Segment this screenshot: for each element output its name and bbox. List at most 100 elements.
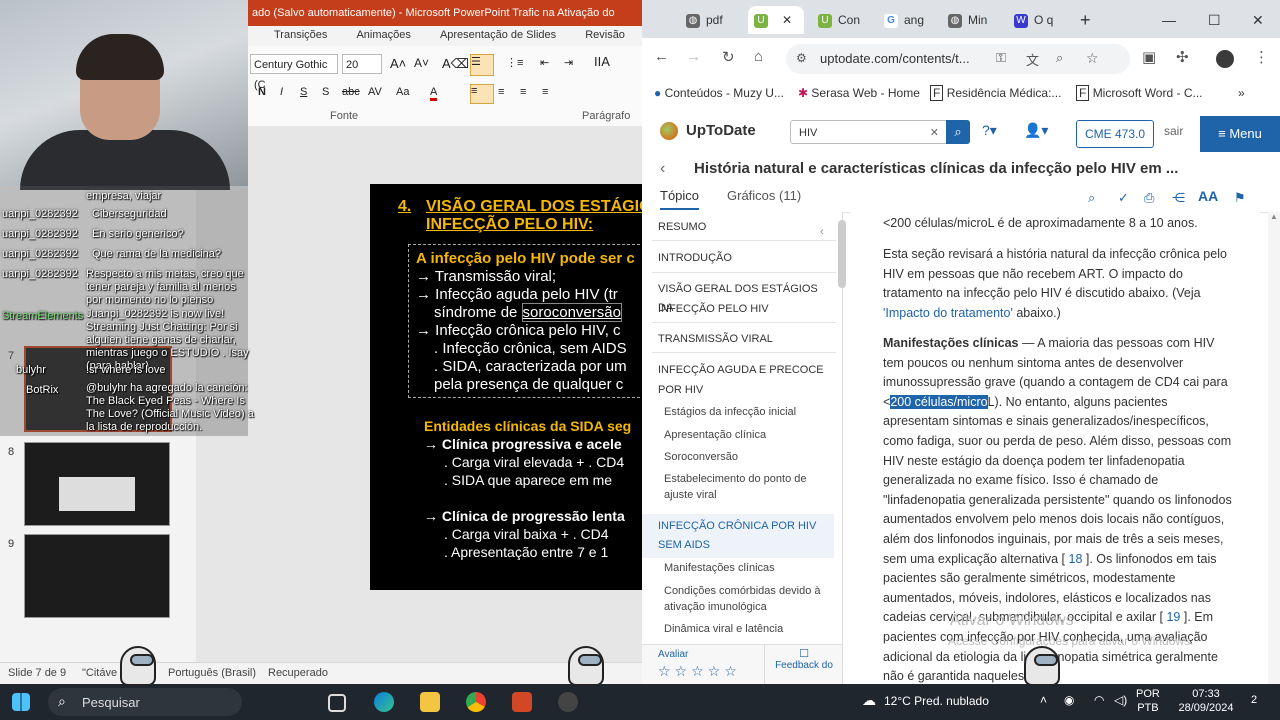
toc-sub-soroconversao[interactable]: Soroconversão bbox=[642, 448, 834, 467]
toc-item-cronica[interactable]: INFECÇÃO CRÔNICA POR HIV SEM AIDS bbox=[642, 514, 834, 558]
toc-sub-estagios[interactable]: Estágios da infecção inicial bbox=[642, 403, 834, 422]
uptodate-brand[interactable]: UpToDate bbox=[686, 122, 756, 139]
toc-item-aguda[interactable]: INFECÇÃO AGUDA E PRECOCE bbox=[642, 361, 834, 380]
password-key-icon[interactable]: ⚿ bbox=[996, 50, 1006, 66]
user-account-icon[interactable]: 👤▾ bbox=[1024, 122, 1048, 139]
close-tab-icon[interactable]: ✕ bbox=[782, 13, 792, 27]
more-bookmarks-icon[interactable]: » bbox=[1238, 86, 1245, 100]
current-slide[interactable]: 4. VISÃO GERAL DOS ESTÁGIO INFECÇÃO PELO… bbox=[370, 184, 642, 590]
tab-apresentacao[interactable]: Apresentação de Slides bbox=[440, 26, 556, 44]
toc-item-visao-geral-cont[interactable]: INFECÇÃO PELO HIV bbox=[642, 300, 834, 319]
bullets-icon[interactable]: ☰ bbox=[470, 54, 494, 76]
home-icon[interactable]: ⌂ bbox=[754, 48, 763, 65]
windows-start-icon[interactable] bbox=[12, 693, 30, 711]
numbering-icon[interactable]: ⋮≡ bbox=[506, 56, 523, 69]
file-explorer-icon[interactable] bbox=[420, 692, 440, 712]
toc-item-resumo[interactable]: RESUMO bbox=[642, 218, 834, 237]
toc-sub-comorbidas-cont[interactable]: ativação imunológica bbox=[642, 598, 834, 617]
impacto-tratamento-link[interactable]: 'Impacto do tratamento' bbox=[883, 306, 1013, 320]
logout-link[interactable]: sair bbox=[1164, 124, 1183, 138]
italic-icon[interactable]: I bbox=[280, 86, 283, 98]
clear-format-icon[interactable]: A⌫ bbox=[442, 56, 469, 72]
menu-button[interactable]: ≡ Menu bbox=[1200, 116, 1280, 152]
task-view-icon[interactable] bbox=[328, 694, 346, 712]
change-case-icon[interactable]: Aa bbox=[396, 86, 409, 98]
char-spacing-icon[interactable]: AV bbox=[368, 86, 382, 98]
maximize-icon[interactable]: ☐ bbox=[1208, 6, 1221, 34]
tab-topico[interactable]: Tópico bbox=[660, 188, 700, 210]
clock[interactable]: 07:33 28/09/2024 bbox=[1176, 687, 1236, 715]
wifi-icon[interactable]: ◠ bbox=[1094, 693, 1104, 707]
browser-tab-oq[interactable]: WO q bbox=[1014, 6, 1053, 34]
notification-badge[interactable]: 2 bbox=[1244, 690, 1264, 710]
strike-icon[interactable]: abc bbox=[342, 86, 360, 98]
translate-icon[interactable]: 文 bbox=[1026, 50, 1039, 69]
obs-icon[interactable] bbox=[558, 692, 578, 712]
taskbar-search-box[interactable]: ⌕ Pesquisar bbox=[48, 688, 242, 716]
underline-icon[interactable]: S bbox=[300, 86, 307, 98]
align-right-icon[interactable]: ≡ bbox=[520, 86, 526, 98]
print-icon[interactable]: ⎙ bbox=[1144, 190, 1154, 206]
zoom-icon[interactable]: ⌕ bbox=[1056, 50, 1063, 66]
bookmark-muzy[interactable]: ● Conteúdos - Muzy U... bbox=[654, 86, 784, 100]
bookmark-word[interactable]: F Microsoft Word - C... bbox=[1076, 85, 1202, 101]
align-center-icon[interactable]: ≡ bbox=[498, 86, 504, 98]
tab-transicoes[interactable]: Transições bbox=[274, 26, 327, 44]
toc-sub-dinamica[interactable]: Dinâmica viral e latência bbox=[642, 620, 834, 639]
font-color-icon[interactable]: A bbox=[430, 86, 438, 101]
tab-animacoes[interactable]: Animações bbox=[356, 26, 410, 44]
clear-search-icon[interactable]: ✕ bbox=[930, 121, 939, 145]
bookmark-serasa[interactable]: ✱ Serasa Web - Home bbox=[798, 86, 920, 100]
shadow-icon[interactable]: S bbox=[322, 86, 329, 98]
reload-icon[interactable]: ↻ bbox=[722, 48, 735, 66]
extensions-puzzle-icon[interactable]: ✣ bbox=[1176, 48, 1189, 66]
bookmark-residencia[interactable]: F Residência Médica:... bbox=[930, 85, 1061, 101]
article-scrollbar[interactable]: ▲ bbox=[1268, 212, 1280, 684]
browser-tab-active[interactable]: U ✕ bbox=[748, 6, 804, 34]
browser-tab-min[interactable]: ◍ Min bbox=[948, 6, 987, 34]
increase-indent-icon[interactable]: ⇥ bbox=[564, 56, 573, 69]
rating-stars-icon[interactable]: ☆☆☆☆☆ bbox=[658, 663, 741, 680]
tab-graficos[interactable]: Gráficos (11) bbox=[727, 188, 801, 203]
browser-tab-google[interactable]: Gang bbox=[884, 6, 924, 34]
align-left-icon[interactable]: ≡ bbox=[470, 84, 494, 104]
profile-avatar[interactable] bbox=[1216, 50, 1234, 68]
toc-sub-estabelecimento-cont[interactable]: ajuste viral bbox=[642, 486, 834, 505]
decrease-indent-icon[interactable]: ⇤ bbox=[540, 56, 549, 69]
grow-font-icon[interactable]: A˄ bbox=[390, 56, 406, 71]
toc-sub-manifestacoes[interactable]: Manifestações clínicas bbox=[642, 559, 834, 578]
line-spacing-icon[interactable]: IIA bbox=[594, 54, 610, 69]
font-size-select[interactable]: 20 bbox=[342, 54, 382, 74]
back-icon[interactable]: ← bbox=[654, 48, 669, 65]
toc-item-introducao[interactable]: INTRODUÇÃO bbox=[642, 249, 834, 268]
toc-scrollbar-thumb[interactable] bbox=[838, 220, 846, 288]
search-icon[interactable]: ⌕ bbox=[946, 120, 970, 144]
scroll-up-icon[interactable]: ▲ bbox=[1270, 212, 1278, 224]
back-chevron-icon[interactable]: ‹ bbox=[660, 160, 665, 178]
volume-icon[interactable]: ◁) bbox=[1114, 693, 1127, 707]
chrome-icon[interactable] bbox=[466, 692, 486, 712]
status-language[interactable]: Português (Brasil) bbox=[168, 667, 256, 679]
toc-sub-apresentacao[interactable]: Apresentação clínica bbox=[642, 426, 834, 445]
bookmark-star-icon[interactable]: ☆ bbox=[1086, 50, 1099, 67]
bookmark-icon[interactable]: ⚑ bbox=[1234, 190, 1246, 206]
address-bar[interactable]: ⚙ uptodate.com/contents/t... ⚿ 文 ⌕ ☆ bbox=[786, 44, 1130, 74]
font-size-icon[interactable]: AA bbox=[1198, 188, 1218, 204]
browser-tab-pdf[interactable]: ◍ pdf bbox=[686, 6, 723, 34]
uptodate-search-input[interactable]: HIV ✕ bbox=[790, 120, 970, 144]
cme-credits-button[interactable]: CME 473.0 bbox=[1076, 120, 1154, 148]
reference-link-18[interactable]: 18 bbox=[1065, 552, 1086, 566]
browser-tab-con[interactable]: U Con bbox=[818, 6, 860, 34]
help-icon[interactable]: ?▾ bbox=[982, 122, 997, 139]
slide-thumbnail-8[interactable] bbox=[24, 442, 170, 526]
find-icon[interactable]: ⌕ bbox=[1088, 190, 1095, 206]
slide-thumbnail-9[interactable] bbox=[24, 534, 170, 618]
close-window-icon[interactable]: ✕ bbox=[1252, 6, 1264, 34]
reference-link-19[interactable]: 19 bbox=[1163, 610, 1184, 624]
toc-item-aguda-cont[interactable]: POR HIV bbox=[642, 381, 834, 400]
tray-chevron-icon[interactable]: ˄ bbox=[1040, 693, 1047, 707]
edge-browser-icon[interactable] bbox=[374, 692, 394, 712]
toc-item-transmissao[interactable]: TRANSMISSÃO VIRAL bbox=[642, 330, 834, 349]
tray-app-icon[interactable]: ◉ bbox=[1064, 693, 1074, 707]
tab-revisao[interactable]: Revisão bbox=[585, 26, 625, 44]
